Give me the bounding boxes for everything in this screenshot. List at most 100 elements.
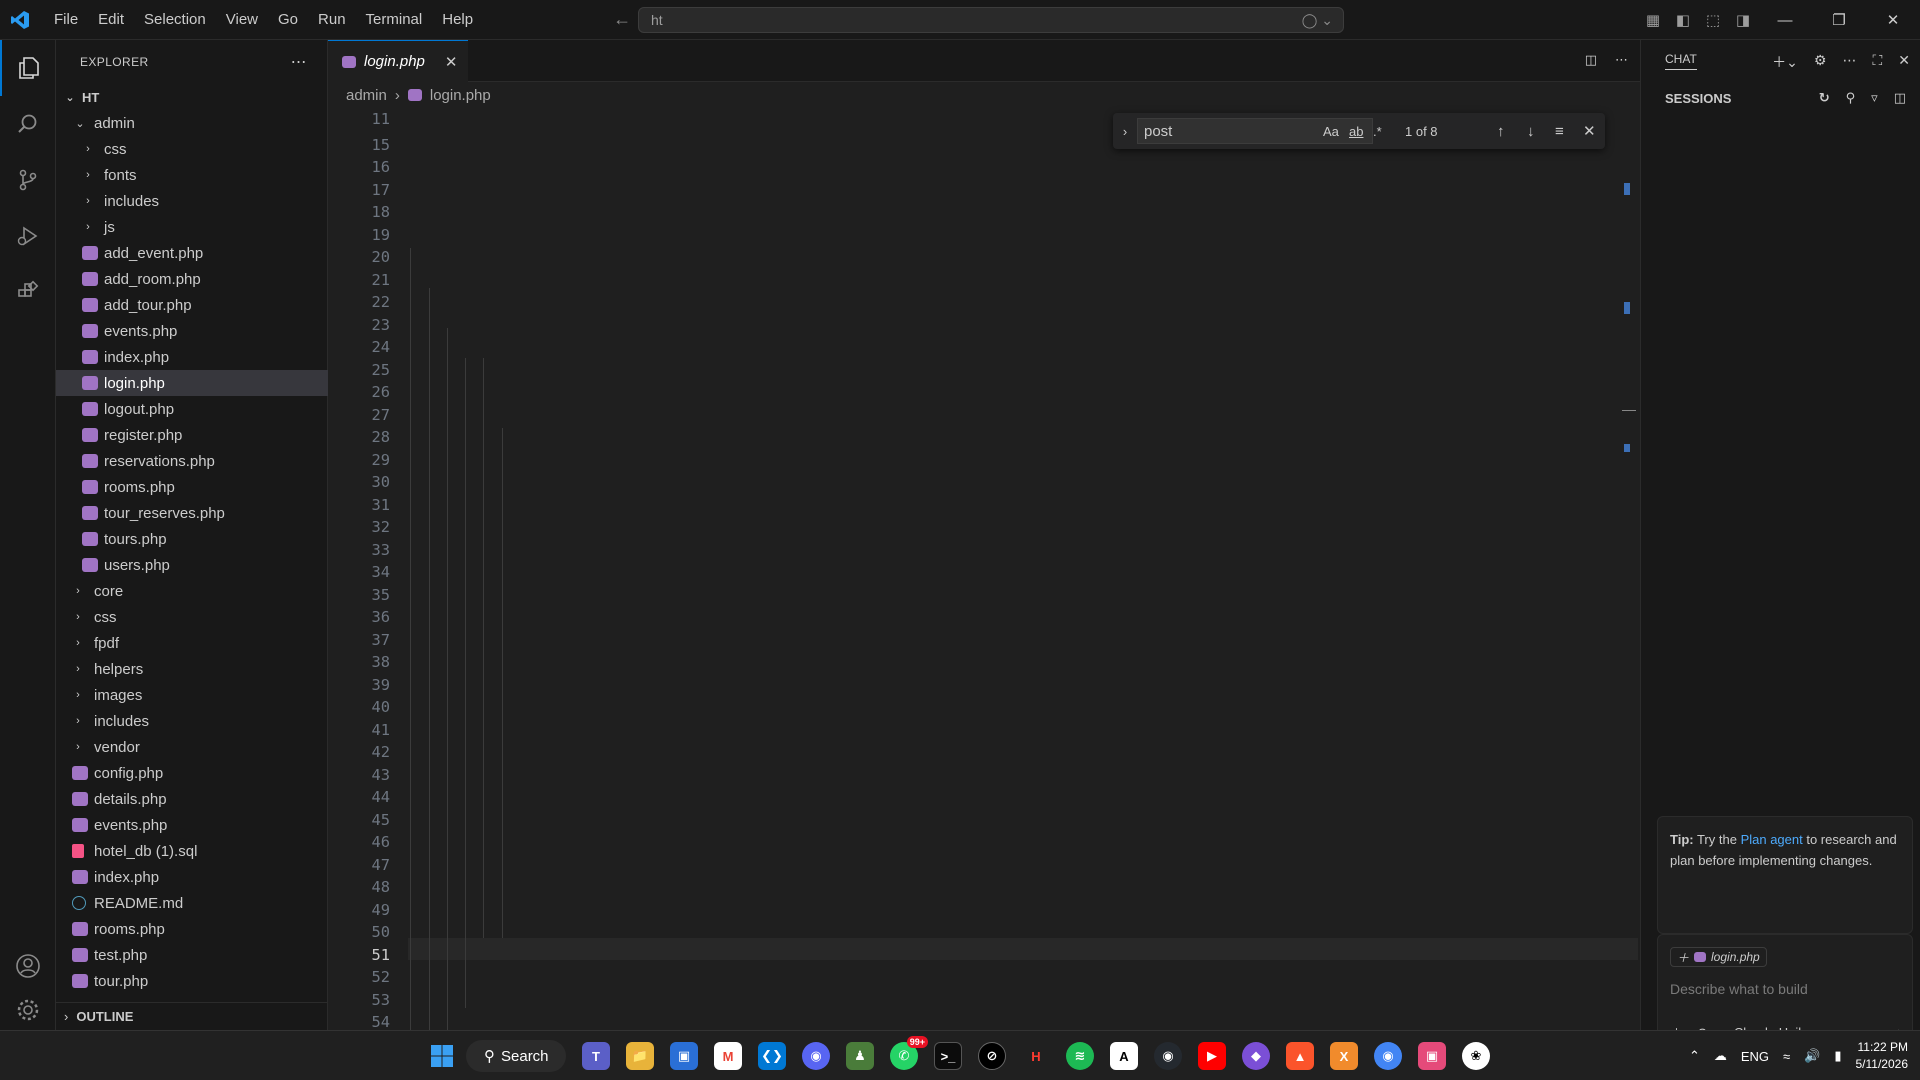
openai-icon[interactable]: ❀: [1462, 1042, 1490, 1070]
tree-folder-css[interactable]: › css: [56, 604, 328, 630]
teams-icon[interactable]: T: [582, 1042, 610, 1070]
menu-run[interactable]: Run: [308, 0, 356, 40]
tree-folder-admin[interactable]: ⌄ admin: [56, 110, 328, 136]
next-match-arrow-icon[interactable]: ↓: [1527, 123, 1535, 140]
editor-more-icon[interactable]: ⋯: [1615, 52, 1628, 68]
app-a-icon[interactable]: A: [1110, 1042, 1138, 1070]
previous-match-arrow-icon[interactable]: ↑: [1497, 123, 1505, 140]
menu-terminal[interactable]: Terminal: [356, 0, 433, 40]
onedrive-cloud-icon[interactable]: ☁: [1714, 1048, 1727, 1064]
close-tab-icon[interactable]: ✕: [445, 53, 458, 71]
tree-file[interactable]: hotel_db (1).sql: [56, 838, 328, 864]
regex-toggle[interactable]: .*: [1373, 124, 1382, 139]
menu-selection[interactable]: Selection: [134, 0, 216, 40]
tree-root-ht[interactable]: ⌄ HT: [56, 84, 328, 110]
tree-file-selected[interactable]: login.php: [56, 370, 328, 396]
tree-file[interactable]: rooms.php: [56, 474, 328, 500]
brave-icon[interactable]: ▲: [1286, 1042, 1314, 1070]
tree-file[interactable]: add_tour.php: [56, 292, 328, 318]
chat-more-icon[interactable]: ⋯: [1842, 52, 1856, 72]
clock[interactable]: 11:22 PM 5/11/2026: [1856, 1039, 1909, 1073]
context-attachment-chip[interactable]: ＋ login.php: [1670, 947, 1767, 967]
maximize-icon[interactable]: ❐: [1812, 11, 1866, 29]
wifi-icon[interactable]: ≈: [1783, 1049, 1790, 1064]
code-area[interactable]: 11 15 16 17 18 19 20 21 22 23 24 25 26 2…: [328, 110, 1640, 1030]
close-window-icon[interactable]: ✕: [1866, 11, 1920, 29]
tree-file[interactable]: add_event.php: [56, 240, 328, 266]
tree-folder-admin-fonts[interactable]: › fonts: [56, 162, 328, 188]
tree-file[interactable]: add_room.php: [56, 266, 328, 292]
tree-folder-admin-css[interactable]: › css: [56, 136, 328, 162]
menu-help[interactable]: Help: [432, 0, 483, 40]
language-indicator[interactable]: ENG: [1741, 1049, 1769, 1064]
github-icon[interactable]: ◉: [1154, 1042, 1182, 1070]
file-explorer-icon[interactable]: 📁: [626, 1042, 654, 1070]
minimize-icon[interactable]: —: [1758, 12, 1812, 29]
tree-folder-core[interactable]: › core: [56, 578, 328, 604]
spotify-icon[interactable]: ≋: [1066, 1042, 1094, 1070]
tree-folder-includes[interactable]: › includes: [56, 708, 328, 734]
copilot-icon[interactable]: ◯ ⌄: [1302, 8, 1333, 32]
back-arrow-icon[interactable]: ←: [613, 9, 631, 30]
toggle-secondary-sidebar-icon[interactable]: ◨: [1728, 11, 1758, 29]
editor-scrollbar[interactable]: [1622, 110, 1640, 1030]
tree-folder-vendor[interactable]: › vendor: [56, 734, 328, 760]
source-control-icon[interactable]: [0, 152, 56, 208]
toggle-replace-chevron-icon[interactable]: ›: [1113, 124, 1137, 139]
volume-icon[interactable]: 🔊: [1804, 1048, 1820, 1064]
settings-gear-icon[interactable]: [0, 990, 56, 1030]
show-hidden-icons-chevron-icon[interactable]: ⌃: [1689, 1048, 1700, 1064]
tree-folder-admin-includes[interactable]: › includes: [56, 188, 328, 214]
tree-file[interactable]: index.php: [56, 864, 328, 890]
breadcrumb-file[interactable]: login.php: [430, 87, 491, 104]
tree-file[interactable]: tour.php: [56, 968, 328, 994]
tab-login-php[interactable]: login.php ✕: [328, 40, 468, 82]
app-h-icon[interactable]: H: [1022, 1042, 1050, 1070]
menu-file[interactable]: File: [44, 0, 88, 40]
whatsapp-icon[interactable]: ✆ 99+: [890, 1036, 928, 1070]
match-case-toggle[interactable]: Aa: [1323, 124, 1339, 139]
tree-file[interactable]: test.php: [56, 942, 328, 968]
account-icon[interactable]: [0, 938, 56, 994]
tree-folder-images[interactable]: › images: [56, 682, 328, 708]
tree-file[interactable]: reservations.php: [56, 448, 328, 474]
tree-file[interactable]: logout.php: [56, 396, 328, 422]
tree-file[interactable]: README.md: [56, 890, 328, 916]
tree-file[interactable]: config.php: [56, 760, 328, 786]
extensions-icon[interactable]: [0, 264, 56, 320]
search-icon[interactable]: [0, 96, 56, 152]
chess-icon[interactable]: ♟: [846, 1042, 874, 1070]
terminal-icon[interactable]: >_: [934, 1042, 962, 1070]
match-whole-word-toggle[interactable]: ab: [1349, 124, 1363, 139]
tree-folder-fpdf[interactable]: › fpdf: [56, 630, 328, 656]
chatgpt-icon[interactable]: ⊘: [978, 1042, 1006, 1070]
add-context-icon[interactable]: ＋: [1677, 949, 1689, 966]
explorer-more-icon[interactable]: ⋯: [291, 52, 307, 72]
refresh-icon[interactable]: ↻: [1819, 90, 1830, 106]
run-debug-icon[interactable]: [0, 208, 56, 264]
youtube-icon[interactable]: ▶: [1198, 1042, 1226, 1070]
tree-file[interactable]: events.php: [56, 812, 328, 838]
tree-file[interactable]: events.php: [56, 318, 328, 344]
tree-file[interactable]: users.php: [56, 552, 328, 578]
split-editor-icon[interactable]: ◫: [1585, 52, 1597, 68]
menu-go[interactable]: Go: [268, 0, 308, 40]
xampp-icon[interactable]: X: [1330, 1042, 1358, 1070]
close-find-icon[interactable]: ✕: [1583, 122, 1596, 140]
tree-folder-helpers[interactable]: › helpers: [56, 656, 328, 682]
microsoft-store-icon[interactable]: ▣: [670, 1042, 698, 1070]
menu-view[interactable]: View: [216, 0, 268, 40]
battery-icon[interactable]: ▮: [1834, 1048, 1841, 1064]
tree-file[interactable]: tour_reserves.php: [56, 500, 328, 526]
tree-file[interactable]: index.php: [56, 344, 328, 370]
windows-start-icon[interactable]: [430, 1044, 454, 1068]
tree-file[interactable]: register.php: [56, 422, 328, 448]
discord-icon[interactable]: ◉: [802, 1042, 830, 1070]
tree-file[interactable]: details.php: [56, 786, 328, 812]
obsidian-icon[interactable]: ◆: [1242, 1042, 1270, 1070]
toggle-panel-icon[interactable]: ⬚: [1698, 11, 1728, 29]
new-chat-icon[interactable]: ＋⌄: [1772, 52, 1798, 72]
filter-icon[interactable]: ▿: [1871, 90, 1878, 106]
taskbar-search[interactable]: ⚲ Search: [466, 1040, 566, 1072]
close-chat-icon[interactable]: ✕: [1898, 52, 1910, 72]
